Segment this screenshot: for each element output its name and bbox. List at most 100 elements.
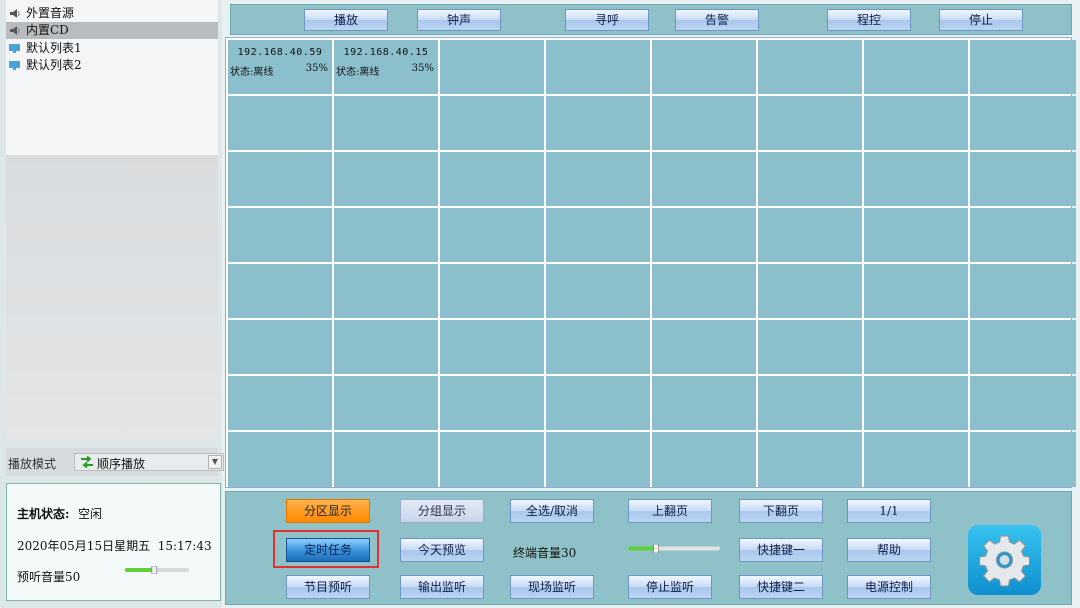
program-preview-button[interactable]: 节目预听 [286,575,370,599]
chevron-down-icon[interactable]: ▼ [208,455,222,469]
terminal-cell[interactable] [228,152,332,206]
terminal-cell[interactable] [440,96,544,150]
host-status-label: 主机状态: [17,507,70,521]
terminal-cell[interactable] [546,96,650,150]
terminal-cell[interactable] [758,96,862,150]
source-item-label: 默认列表1 [26,41,82,55]
source-list: 外置音源 内置CD 默认列表1 默认列表2 [6,0,218,440]
terminal-cell[interactable] [334,208,438,262]
terminal-cell[interactable] [970,376,1076,430]
power-control-button[interactable]: 电源控制 [847,575,931,599]
terminal-cell[interactable] [758,208,862,262]
terminal-cell[interactable] [758,432,862,487]
terminal-cell[interactable] [652,40,756,94]
terminal-cell[interactable] [546,376,650,430]
terminal-cell[interactable] [758,264,862,318]
terminal-cell[interactable] [970,96,1076,150]
today-preview-button[interactable]: 今天预览 [400,538,484,562]
terminal-cell[interactable] [440,432,544,487]
terminal-cell[interactable] [228,320,332,374]
terminal-cell[interactable] [546,152,650,206]
terminal-cell[interactable] [652,208,756,262]
terminal-cell[interactable] [440,208,544,262]
source-item-external[interactable]: 外置音源 [6,5,218,22]
source-item-playlist-2[interactable]: 默认列表2 [6,57,218,74]
onsite-monitor-button[interactable]: 现场监听 [510,575,594,599]
terminal-cell[interactable] [864,208,968,262]
program-control-button[interactable]: 程控 [827,9,911,31]
terminal-cell[interactable] [970,320,1076,374]
terminal-cell[interactable] [546,264,650,318]
terminal-cell[interactable] [970,152,1076,206]
terminal-cell[interactable] [652,320,756,374]
source-item-builtin-cd[interactable]: 内置CD [6,22,218,39]
preview-volume-slider[interactable] [125,566,189,574]
terminal-cell[interactable] [440,40,544,94]
terminal-cell[interactable] [970,432,1076,487]
terminal-cell[interactable] [652,376,756,430]
terminal-cell[interactable] [758,376,862,430]
select-all-button[interactable]: 全选/取消 [510,499,594,523]
settings-button[interactable] [968,525,1041,595]
terminal-cell[interactable] [970,264,1076,318]
terminal-cell[interactable] [334,320,438,374]
prev-page-button[interactable]: 上翻页 [628,499,712,523]
terminal-cell[interactable] [546,432,650,487]
output-monitor-button[interactable]: 输出监听 [400,575,484,599]
play-mode-select[interactable]: 顺序播放 ▼ [74,453,224,471]
play-button[interactable]: 播放 [304,9,388,31]
terminal-cell[interactable] [652,96,756,150]
terminal-cell[interactable] [864,96,968,150]
stop-button[interactable]: 停止 [939,9,1023,31]
terminal-cell[interactable] [970,208,1076,262]
chime-button[interactable]: 钟声 [417,9,501,31]
terminal-cell[interactable] [334,152,438,206]
terminal-cell[interactable] [758,320,862,374]
terminal-cell[interactable] [970,40,1076,94]
terminal-cell[interactable] [228,376,332,430]
terminal-cell[interactable] [758,152,862,206]
terminal-cell[interactable] [864,376,968,430]
hotkey-two-button[interactable]: 快捷键二 [739,575,823,599]
hotkey-one-button[interactable]: 快捷键一 [739,538,823,562]
terminal-volume-slider[interactable] [628,544,720,553]
terminal-cell[interactable] [546,208,650,262]
terminal-cell[interactable] [228,208,332,262]
terminal-cell[interactable] [652,432,756,487]
help-button[interactable]: 帮助 [847,538,931,562]
terminal-cell[interactable] [864,264,968,318]
terminal-cell[interactable]: 192.168.40.15 状态:离线 35% [334,40,438,94]
source-item-playlist-1[interactable]: 默认列表1 [6,40,218,57]
terminal-cell[interactable] [334,432,438,487]
top-toolbar: 播放 钟声 寻呼 告警 程控 停止 [230,4,1072,35]
terminal-cell[interactable] [546,320,650,374]
terminal-cell[interactable] [334,264,438,318]
terminal-cell[interactable] [440,264,544,318]
terminal-cell[interactable] [228,96,332,150]
terminal-cell[interactable] [440,376,544,430]
terminal-cell[interactable] [228,264,332,318]
terminal-cell[interactable] [546,40,650,94]
terminal-cell[interactable] [864,40,968,94]
terminal-cell[interactable]: 192.168.40.59 状态:离线 35% [228,40,332,94]
zone-display-button[interactable]: 分区显示 [286,499,370,523]
terminal-cell[interactable] [864,320,968,374]
terminal-cell[interactable] [864,432,968,487]
terminal-cell[interactable] [334,96,438,150]
alarm-button[interactable]: 告警 [675,9,759,31]
terminal-cell[interactable] [652,264,756,318]
terminal-cell[interactable] [440,152,544,206]
terminal-cell[interactable] [758,40,862,94]
terminal-cell[interactable] [652,152,756,206]
terminal-cell[interactable] [440,320,544,374]
stop-monitor-button[interactable]: 停止监听 [628,575,712,599]
terminal-cell[interactable] [228,432,332,487]
group-display-button[interactable]: 分组显示 [400,499,484,523]
paging-button[interactable]: 寻呼 [565,9,649,31]
terminal-cell[interactable] [864,152,968,206]
next-page-button[interactable]: 下翻页 [739,499,823,523]
play-mode-label: 播放模式 [8,457,57,471]
speaker-icon [10,26,20,35]
terminal-volume: 35% [411,63,434,74]
terminal-cell[interactable] [334,376,438,430]
